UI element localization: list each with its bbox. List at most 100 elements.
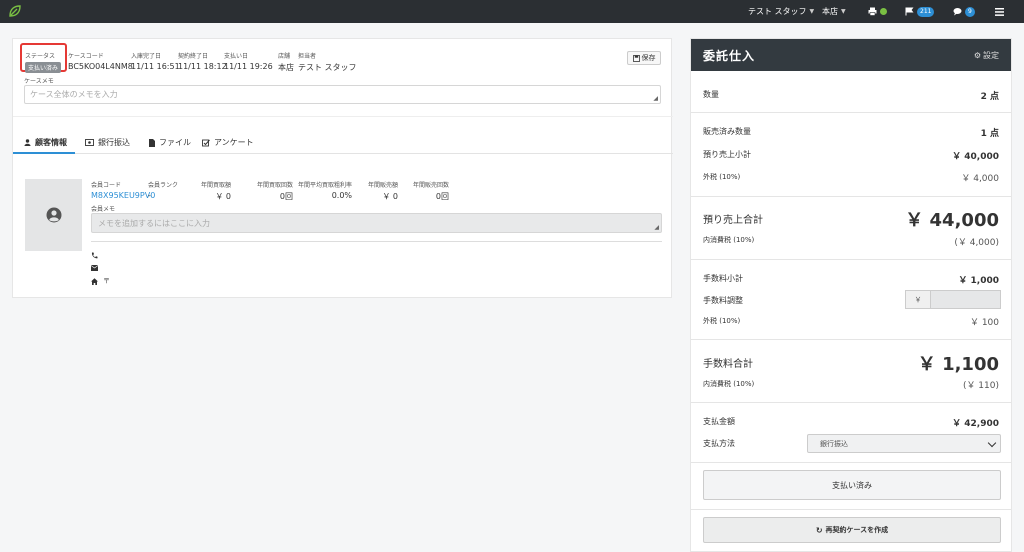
tax-inclusive-label: 内消費税 (10%) bbox=[703, 380, 755, 388]
fee-adjust-input-group: ￥ bbox=[905, 290, 1001, 309]
staff-value: テスト スタッフ bbox=[298, 63, 357, 72]
tab-label: 顧客情報 bbox=[35, 138, 67, 147]
divider bbox=[13, 116, 673, 117]
store-field: 店舗 本店 bbox=[278, 51, 294, 73]
tab-survey[interactable]: アンケート bbox=[202, 137, 254, 148]
case-memo-input[interactable]: ケース全体のメモを入力 ◢ bbox=[24, 85, 661, 104]
case-memo-placeholder: ケース全体のメモを入力 bbox=[30, 90, 118, 99]
paid-button[interactable]: 支払い済み bbox=[703, 470, 1001, 500]
home-icon bbox=[91, 277, 98, 285]
tab-bank-transfer[interactable]: 銀行振込 bbox=[85, 137, 130, 148]
case-code-value: BC5KO04L4NM8 bbox=[68, 62, 133, 71]
payment-method-select[interactable]: 銀行振込 bbox=[807, 434, 1001, 453]
status-label: ステータス bbox=[25, 53, 56, 60]
printer-status[interactable] bbox=[868, 0, 887, 23]
user-circle-icon bbox=[46, 207, 61, 223]
avatar bbox=[25, 179, 82, 251]
tax-exclusive-value: ￥ 4,000 bbox=[961, 174, 999, 184]
user-menu[interactable]: テスト スタッフ ▼ bbox=[748, 0, 814, 23]
case-detail-panel: ステータス 支払い済み ケースコード BC5KO04L4NM8 入庫完了日 11… bbox=[12, 38, 673, 298]
create-recontract-label: 再契約ケースを作成 bbox=[825, 526, 889, 534]
save-button[interactable]: 保存 bbox=[627, 51, 661, 65]
annual-sales-count-field: 年間販売回数 0回 bbox=[413, 180, 449, 202]
create-recontract-button[interactable]: ↻ 再契約ケースを作成 bbox=[703, 517, 1001, 543]
payment-date-value: 11/11 19:26 bbox=[224, 62, 273, 71]
annual-buy-amount-field: 年間買取額 ￥ 0 bbox=[201, 180, 231, 202]
intake-date-field: 入庫完了日 11/11 16:51 bbox=[131, 51, 180, 71]
store-name: 本店 bbox=[822, 7, 838, 16]
consignment-header: 委託仕入 ⚙ 設定 bbox=[691, 39, 1011, 71]
tax-exclusive-label: 外税 (10%) bbox=[703, 173, 741, 181]
chevron-down-icon: ▼ bbox=[809, 8, 815, 15]
case-code-label: ケースコード bbox=[68, 53, 104, 60]
customer-tabs: 顧客情報 銀行振込 ファイル アンケート bbox=[13, 134, 673, 154]
tax-inclusive-label: 内消費税 (10%) bbox=[703, 236, 755, 244]
annual-buy-count-label: 年間買取回数 bbox=[257, 182, 294, 189]
consignment-panel: 委託仕入 ⚙ 設定 数量 2 点 販売済み数量 1 点 預り売上小計 ￥ 40,… bbox=[690, 38, 1012, 552]
consignment-title: 委託仕入 bbox=[703, 49, 756, 63]
status-badge: 支払い済み bbox=[25, 62, 62, 73]
tax-exclusive-label: 外税 (10%) bbox=[703, 317, 741, 325]
gear-icon: ⚙ bbox=[973, 51, 981, 60]
flag-count-badge: 211 bbox=[917, 6, 935, 17]
flag-notifications[interactable]: 211 bbox=[905, 0, 935, 23]
annual-sales-count-value: 0回 bbox=[435, 192, 450, 201]
fee-total-value: ￥ 1,100 bbox=[917, 354, 999, 375]
annual-buy-count-field: 年間買取回数 0回 bbox=[257, 180, 293, 202]
store-menu[interactable]: 本店 ▼ bbox=[822, 0, 846, 23]
annual-buy-amount-value: ￥ 0 bbox=[215, 192, 232, 201]
payment-date-label: 支払い日 bbox=[224, 53, 249, 60]
fee-total-label: 手数料合計 bbox=[703, 359, 753, 370]
quantity-label: 数量 bbox=[703, 90, 719, 99]
printer-icon bbox=[868, 7, 877, 16]
comment-icon bbox=[953, 8, 962, 16]
paid-button-label: 支払い済み bbox=[832, 480, 872, 490]
chevron-down-icon: ▼ bbox=[841, 8, 846, 15]
member-memo-label: 会員メモ bbox=[91, 206, 116, 213]
divider bbox=[691, 339, 1011, 340]
envelope-icon bbox=[91, 265, 98, 271]
annual-sales-amount-label: 年間販売額 bbox=[368, 182, 399, 189]
printer-connected-dot bbox=[880, 8, 887, 15]
payment-amount-label: 支払金額 bbox=[703, 417, 735, 426]
deposit-total-value: ￥ 44,000 bbox=[905, 210, 999, 231]
save-button-label: 保存 bbox=[641, 54, 656, 62]
divider bbox=[691, 509, 1011, 510]
fee-adjust-input[interactable] bbox=[931, 290, 1001, 309]
active-tab-indicator bbox=[13, 152, 75, 154]
deposit-subtotal-label: 預り売上小計 bbox=[703, 150, 751, 159]
settings-link[interactable]: ⚙ 設定 bbox=[974, 50, 999, 61]
case-code-field: ケースコード BC5KO04L4NM8 bbox=[68, 51, 133, 71]
hamburger-menu[interactable] bbox=[995, 0, 1004, 23]
divider bbox=[691, 112, 1011, 113]
annual-buy-amount-label: 年間買取額 bbox=[201, 182, 232, 189]
money-icon bbox=[85, 139, 94, 146]
save-icon bbox=[632, 54, 640, 62]
resize-handle-icon[interactable]: ◢ bbox=[654, 224, 659, 231]
fee-adjust-label: 手数料調整 bbox=[703, 296, 743, 305]
payment-method-label: 支払方法 bbox=[703, 439, 735, 448]
divider bbox=[691, 259, 1011, 260]
member-rank-label: 会員ランク bbox=[148, 182, 179, 189]
top-navbar: テスト スタッフ ▼ 本店 ▼ 211 9 bbox=[0, 0, 1024, 23]
member-memo-input[interactable]: メモを追加するにはここに入力 ◢ bbox=[91, 213, 662, 233]
settings-label: 設定 bbox=[983, 51, 999, 60]
deposit-total-label: 預り売上合計 bbox=[703, 215, 763, 226]
leaf-logo-icon[interactable] bbox=[8, 4, 22, 18]
case-memo-label: ケースメモ bbox=[24, 78, 54, 85]
resize-handle-icon[interactable]: ◢ bbox=[653, 95, 658, 102]
tax-inclusive-value: (￥ 110) bbox=[962, 381, 999, 391]
member-code-label: 会員コード bbox=[91, 182, 122, 189]
comment-notifications[interactable]: 9 bbox=[953, 0, 975, 23]
divider bbox=[91, 241, 662, 242]
payment-amount-value: ￥ 42,900 bbox=[952, 419, 999, 429]
quantity-value: 2 点 bbox=[980, 92, 999, 102]
store-label: 店舗 bbox=[278, 53, 291, 60]
tab-files[interactable]: ファイル bbox=[149, 137, 191, 148]
annual-avg-margin-label: 年間平均買取粗利率 bbox=[298, 182, 353, 189]
tab-customer-info[interactable]: 顧客情報 bbox=[24, 137, 67, 148]
tab-label: アンケート bbox=[214, 138, 254, 147]
check-square-icon bbox=[202, 139, 210, 146]
sold-quantity-value: 1 点 bbox=[980, 129, 999, 139]
member-code-link[interactable]: M8X95KEU9PV0 bbox=[91, 191, 155, 200]
